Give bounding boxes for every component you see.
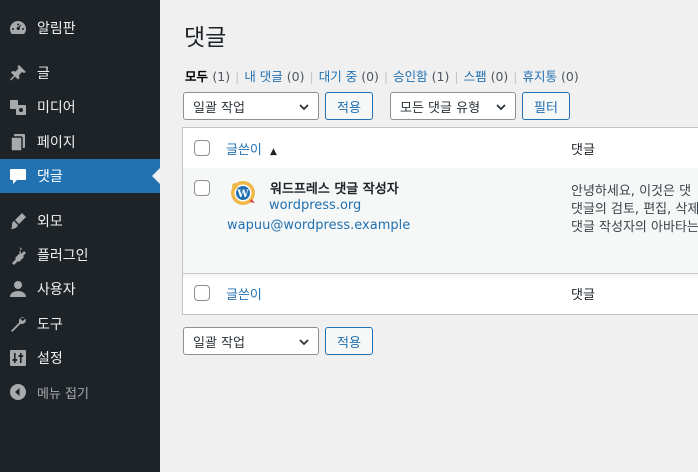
bulk-action-select-bottom[interactable]: 일괄 작업 [183, 327, 319, 355]
apply-button-top[interactable]: 적용 [325, 92, 373, 120]
sort-up-icon: ▲ [270, 147, 277, 157]
comments-icon [8, 166, 28, 186]
sidebar-item-settings[interactable]: 설정 [0, 341, 160, 375]
sidebar-item-label: 외모 [37, 214, 63, 230]
apply-button-bottom[interactable]: 적용 [325, 327, 373, 355]
media-icon [8, 97, 28, 117]
sidebar-item-media[interactable]: 미디어 [0, 90, 160, 124]
pages-icon [8, 132, 28, 152]
sidebar-item-tools[interactable]: 도구 [0, 307, 160, 341]
comment-author-name: 워드프레스 댓글 작성자 [270, 182, 399, 197]
filter-trash[interactable]: 휴지통 (0) [523, 69, 579, 84]
collapse-icon [8, 382, 28, 402]
sidebar-item-pages[interactable]: 페이지 [0, 125, 160, 159]
select-all-checkbox-footer[interactable] [194, 285, 210, 301]
sidebar-item-label: 도구 [37, 317, 63, 333]
table-row: W 워드프레스 댓글 작성자 wordpress.org wapuu@wordp… [183, 168, 698, 278]
svg-text:W: W [236, 189, 249, 200]
filter-all[interactable]: 모두 (1) [185, 69, 230, 84]
comment-type-value: 모든 댓글 유형 [400, 100, 481, 116]
comment-line: 댓글의 검토, 편집, 삭제 [571, 202, 698, 217]
status-filter-links: 모두 (1) | 내 댓글 (0) | 대기 중 (0) | 승인함 (1) | 스팸 (0) |… [185, 69, 579, 84]
table-footer: 글쓴이 댓글 [183, 273, 698, 314]
sidebar-item-posts[interactable]: 글 [0, 56, 160, 90]
collapse-menu-button[interactable]: 메뉴 접기 [0, 375, 160, 409]
comments-table: 글쓴이 ▲ 댓글 W 워드프레스 댓글 작성자 wordpress.org wa… [182, 127, 698, 315]
sidebar-item-comments[interactable]: 댓글 [0, 159, 160, 193]
plugins-icon [8, 245, 28, 265]
filter-pending[interactable]: 대기 중 (0) [319, 69, 379, 84]
comment-line: 안녕하세요, 이것은 댓 [571, 184, 692, 199]
comment-type-select[interactable]: 모든 댓글 유형 [390, 92, 516, 120]
users-icon [8, 279, 28, 299]
sidebar-item-label: 글 [37, 66, 50, 82]
pin-icon [8, 63, 28, 83]
sidebar-item-dashboard[interactable]: 알림판 [0, 11, 160, 45]
comment-line: 댓글 작성자의 아바타는 [571, 220, 698, 235]
sidebar-item-appearance[interactable]: 외모 [0, 204, 160, 238]
sidebar-item-label: 플러그인 [37, 248, 89, 264]
sidebar-item-plugins[interactable]: 플러그인 [0, 238, 160, 272]
filter-spam[interactable]: 스팸 (0) [464, 69, 509, 84]
chevron-down-icon [298, 336, 310, 352]
chevron-down-icon [298, 101, 310, 117]
column-comment-header: 댓글 [571, 143, 595, 158]
dashboard-icon [8, 18, 28, 38]
sidebar-top-cut-text: ······· ······· [28, 0, 118, 2]
bulk-action-value: 일괄 작업 [193, 100, 245, 116]
sidebar-item-label: 메뉴 접기 [37, 386, 89, 402]
sidebar-item-label: 댓글 [37, 169, 63, 185]
sidebar-item-label: 설정 [37, 351, 63, 367]
comment-author-url[interactable]: wordpress.org [269, 198, 361, 213]
filter-mine[interactable]: 내 댓글 (0) [244, 69, 304, 84]
sidebar-item-label: 알림판 [37, 21, 76, 37]
table-header: 글쓴이 ▲ 댓글 [183, 128, 698, 169]
comment-text: 안녕하세요, 이것은 댓 댓글의 검토, 편집, 삭제 댓글 작성자의 아바타는 [571, 183, 698, 237]
row-checkbox[interactable] [194, 180, 210, 196]
sort-author-link-footer[interactable]: 글쓴이 [226, 284, 262, 303]
tools-icon [8, 314, 28, 334]
sidebar-item-label: 사용자 [37, 282, 76, 298]
bulk-action-value: 일괄 작업 [193, 335, 245, 351]
avatar: W [229, 179, 257, 207]
admin-sidebar: ······· ······· 알림판 글 미디어 페이지 댓글 외모 [0, 0, 160, 472]
main-content: 댓글 모두 (1) | 내 댓글 (0) | 대기 중 (0) | 승인함 (1) | 스팸 (… [160, 0, 698, 472]
chevron-down-icon [495, 101, 507, 117]
filter-button[interactable]: 필터 [522, 92, 570, 120]
comment-author-email[interactable]: wapuu@wordpress.example [227, 218, 410, 233]
column-comment-footer: 댓글 [571, 288, 595, 303]
sidebar-item-label: 미디어 [37, 100, 76, 116]
sort-author-link[interactable]: 글쓴이 ▲ [226, 139, 277, 158]
settings-icon [8, 348, 28, 368]
appearance-icon [8, 211, 28, 231]
page-title: 댓글 [184, 25, 227, 51]
sidebar-item-label: 페이지 [37, 135, 76, 151]
select-all-checkbox[interactable] [194, 140, 210, 156]
filter-approved[interactable]: 승인함 (1) [393, 69, 449, 84]
bulk-action-select-top[interactable]: 일괄 작업 [183, 92, 319, 120]
sidebar-item-users[interactable]: 사용자 [0, 272, 160, 306]
